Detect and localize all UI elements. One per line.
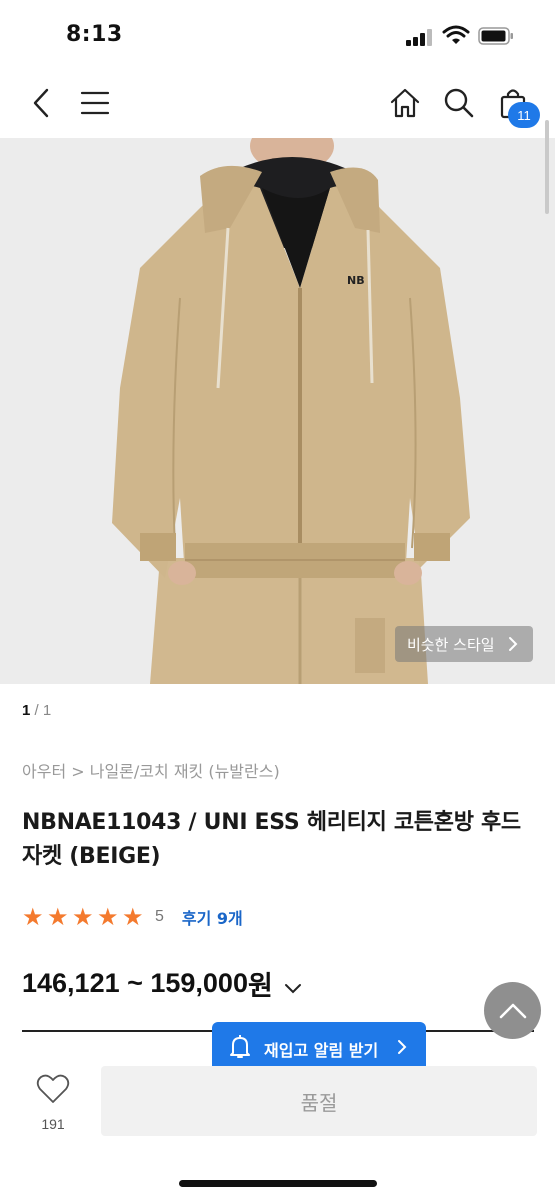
- scroll-to-top-button[interactable]: [484, 982, 541, 1039]
- pager-total: / 1: [34, 702, 52, 719]
- rating: ★ ★ ★ ★ ★ 5 후기 9개: [22, 904, 243, 930]
- price-range: 146,121 ~ 159,000: [22, 968, 248, 998]
- price-unit: 원: [247, 971, 273, 1002]
- nav-bar: [0, 70, 555, 136]
- sold-out-button[interactable]: 품절: [101, 1066, 537, 1136]
- home-indicator: [179, 1180, 377, 1187]
- scrollbar[interactable]: [545, 120, 549, 214]
- similar-style-label: 비슷한 스타일: [407, 635, 495, 654]
- svg-text:NB: NB: [347, 274, 365, 287]
- breadcrumb[interactable]: 아우터 > 나일론/코치 재킷 (뉴발란스): [22, 758, 280, 782]
- reviews-link[interactable]: 후기 9개: [182, 905, 243, 929]
- star-icon: ★: [122, 903, 144, 931]
- cellular-signal-icon: [406, 28, 434, 46]
- status-bar: 8:13: [0, 0, 555, 70]
- product-title: NBNAE11043 / UNI ESS 헤리티지 코튼혼방 후드 자켓 (BE…: [22, 810, 521, 869]
- wifi-icon: [442, 24, 470, 46]
- chevron-down-icon[interactable]: [283, 974, 303, 994]
- heart-icon: [36, 1074, 70, 1108]
- chevron-right-icon: [507, 634, 519, 658]
- wishlist-count: 191: [41, 1116, 65, 1132]
- home-icon[interactable]: [386, 84, 424, 122]
- star-icon: ★: [72, 903, 94, 931]
- back-icon[interactable]: [22, 84, 60, 122]
- star-icon: ★: [97, 903, 119, 931]
- wishlist-button[interactable]: 191: [30, 1074, 76, 1132]
- restock-alert-label: 재입고 알림 받기: [264, 1041, 379, 1060]
- chevron-up-icon: [499, 1003, 526, 1018]
- battery-icon: [478, 27, 514, 45]
- product-image[interactable]: NB 비슷한 스타일: [0, 138, 555, 684]
- price: 146,121 ~ 159,000 원: [22, 964, 303, 1003]
- rating-score: 5: [155, 908, 164, 925]
- star-icon: ★: [22, 903, 44, 931]
- cart-count-badge: 11: [508, 102, 540, 128]
- bell-icon: [228, 1034, 252, 1064]
- image-pager: 1 / 1: [22, 702, 51, 719]
- menu-icon[interactable]: [76, 84, 114, 122]
- status-time: 8:13: [66, 22, 123, 47]
- chevron-right-icon: [396, 1037, 408, 1061]
- pager-current: 1: [22, 702, 31, 719]
- search-icon[interactable]: [440, 84, 478, 122]
- similar-style-button[interactable]: 비슷한 스타일: [395, 626, 533, 662]
- star-icon: ★: [47, 903, 69, 931]
- restock-alert-button[interactable]: 재입고 알림 받기: [212, 1022, 426, 1072]
- rating-stars: ★ ★ ★ ★ ★: [22, 905, 147, 929]
